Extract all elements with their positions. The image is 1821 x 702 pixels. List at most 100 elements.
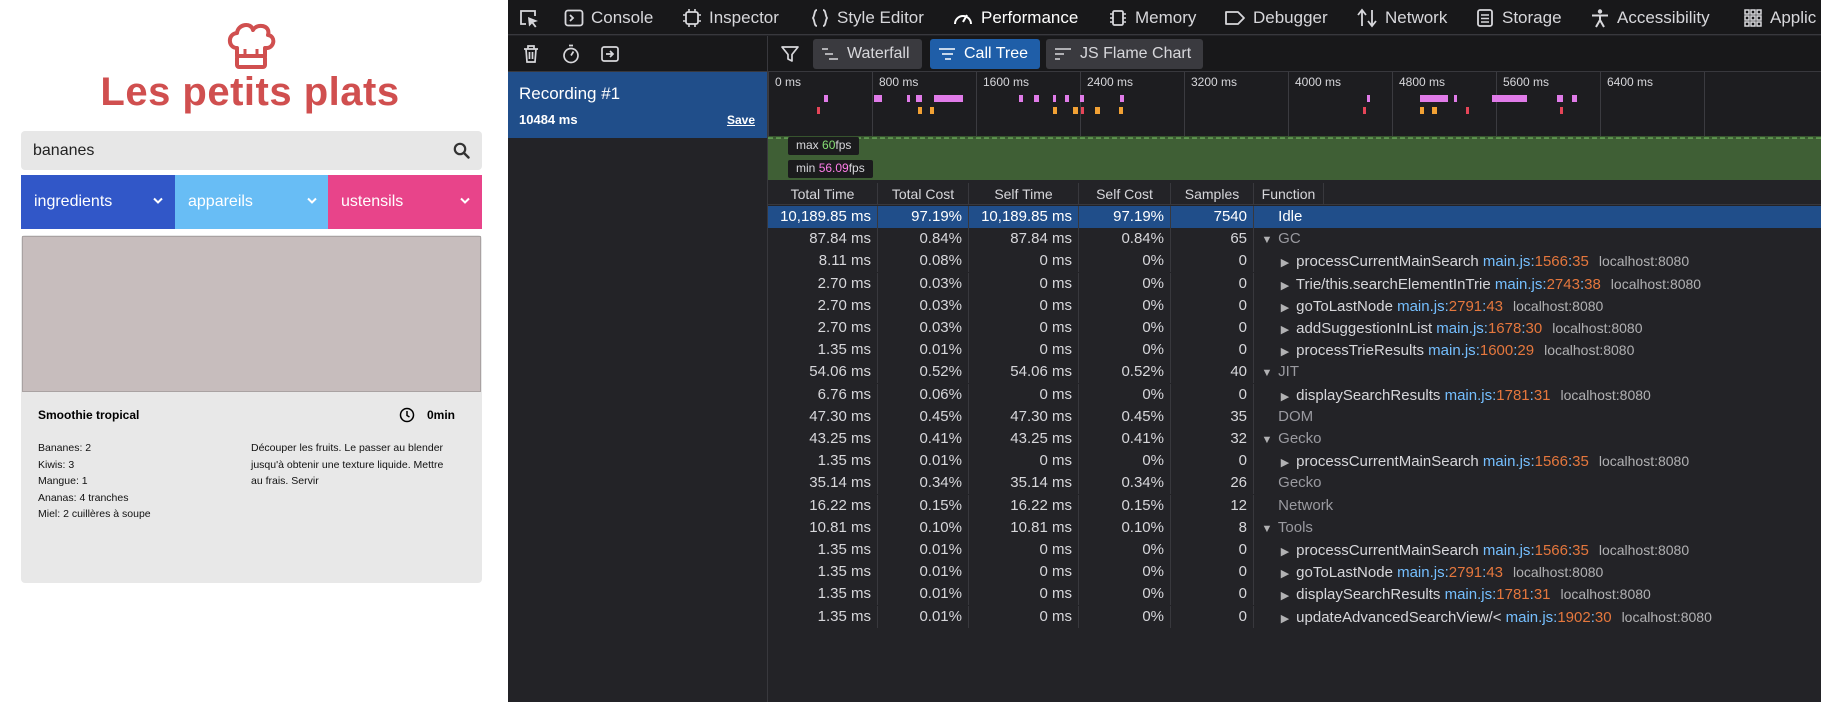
collapsed-twisty-icon[interactable]: ▶ xyxy=(1278,275,1292,297)
column-total-cost[interactable]: Total Cost xyxy=(878,183,969,205)
cell-total-cost: 0.06% xyxy=(878,383,969,406)
call-tree-row[interactable]: 16.22 ms 0.15% 16.22 ms 0.15% 12 Network xyxy=(768,494,1821,517)
source-file-link[interactable]: main.js:2743:38 xyxy=(1495,276,1601,293)
source-file-link[interactable]: main.js:1600:29 xyxy=(1428,342,1534,359)
filter-appareils[interactable]: appareils xyxy=(175,175,329,229)
call-tree-row[interactable]: 2.70 ms 0.03% 0 ms 0% 0 ▶ goToLastNode main.j… xyxy=(768,294,1821,319)
search-button[interactable] xyxy=(441,131,482,170)
view-call-tree-button[interactable]: Call Tree xyxy=(930,39,1041,69)
call-tree-row[interactable]: 1.35 ms 0.01% 0 ms 0% 0 ▶ processTrieResults … xyxy=(768,339,1821,363)
cell-self-time: 0 ms xyxy=(969,250,1079,273)
call-tree-row[interactable]: 87.84 ms 0.84% 87.84 ms 0.84% 65 ▼ GC xyxy=(768,228,1821,251)
filter-ustensils[interactable]: ustensils xyxy=(328,175,482,229)
collapsed-twisty-icon[interactable]: ▶ xyxy=(1278,452,1292,474)
collapsed-twisty-icon[interactable]: ▶ xyxy=(1278,252,1292,274)
call-tree-row[interactable]: 35.14 ms 0.34% 35.14 ms 0.34% 26 Gecko xyxy=(768,472,1821,495)
tab-performance[interactable]: Performance xyxy=(952,0,1078,34)
record-button[interactable] xyxy=(559,42,583,66)
tab-debugger[interactable]: Debugger xyxy=(1224,0,1328,34)
tab-memory[interactable]: Memory xyxy=(1108,0,1196,34)
call-tree-row[interactable]: 10.81 ms 0.10% 10.81 ms 0.10% 8 ▼ Tools xyxy=(768,516,1821,540)
call-tree-row[interactable]: 2.70 ms 0.03% 0 ms 0% 0 ▶ Trie/this.searchEle… xyxy=(768,272,1821,297)
call-tree-row[interactable]: 1.35 ms 0.01% 0 ms 0% 0 ▶ displaySearchResult… xyxy=(768,583,1821,607)
call-tree-row[interactable]: 2.70 ms 0.03% 0 ms 0% 0 ▶ addSuggestionInList… xyxy=(768,317,1821,339)
source-file-link[interactable]: main.js:1902:30 xyxy=(1506,609,1612,626)
collapsed-twisty-icon[interactable]: ▶ xyxy=(1278,563,1292,585)
source-file-link[interactable]: main.js:2791:43 xyxy=(1397,564,1503,581)
call-tree-row[interactable]: 1.35 ms 0.01% 0 ms 0% 0 ▶ updateAdvancedSearc… xyxy=(768,605,1821,630)
tab-label: Accessibility xyxy=(1617,7,1710,27)
view-waterfall-button[interactable]: Waterfall xyxy=(813,39,922,69)
tab-style-editor[interactable]: Style Editor xyxy=(810,0,924,34)
collapsed-twisty-icon[interactable]: ▶ xyxy=(1278,608,1292,630)
expanded-twisty-icon[interactable]: ▼ xyxy=(1260,229,1274,251)
tab-network[interactable]: Network xyxy=(1356,0,1447,34)
call-tree-row[interactable]: 1.35 ms 0.01% 0 ms 0% 0 ▶ goToLastNode main.j… xyxy=(768,561,1821,584)
column-self-time[interactable]: Self Time xyxy=(969,183,1079,205)
collapsed-twisty-icon[interactable]: ▶ xyxy=(1278,297,1292,319)
cell-self-cost: 0.41% xyxy=(1079,428,1171,450)
source-file-link[interactable]: main.js:1566:35 xyxy=(1483,453,1589,470)
source-file-link[interactable]: main.js:1566:35 xyxy=(1483,542,1589,559)
filter-button[interactable] xyxy=(778,42,802,66)
call-tree-row[interactable]: 1.35 ms 0.01% 0 ms 0% 0 ▶ processCurrentMainS… xyxy=(768,450,1821,474)
save-recording-link[interactable]: Save xyxy=(727,113,755,127)
function-name: processCurrentMainSearch xyxy=(1296,253,1479,271)
column-function[interactable]: Function xyxy=(1254,183,1324,205)
expanded-twisty-icon[interactable]: ▼ xyxy=(1260,429,1274,451)
collapsed-twisty-icon[interactable]: ▶ xyxy=(1278,585,1292,607)
collapsed-twisty-icon[interactable]: ▶ xyxy=(1278,341,1292,363)
tab-application[interactable]: Applic xyxy=(1743,0,1816,34)
call-tree-row[interactable]: 47.30 ms 0.45% 47.30 ms 0.45% 35 DOM xyxy=(768,405,1821,428)
source-file-link[interactable]: main.js:2791:43 xyxy=(1397,298,1503,315)
clear-recordings-button[interactable] xyxy=(519,42,543,66)
tab-inspector[interactable]: Inspector xyxy=(682,0,779,34)
source-file-link[interactable]: main.js:1566:35 xyxy=(1483,253,1589,270)
column-self-cost[interactable]: Self Cost xyxy=(1079,183,1171,205)
tab-storage[interactable]: Storage xyxy=(1475,0,1562,34)
cell-self-cost: 0% xyxy=(1079,450,1171,473)
expanded-twisty-icon[interactable]: ▼ xyxy=(1260,518,1274,540)
search-input[interactable] xyxy=(21,131,441,170)
cell-self-time: 0 ms xyxy=(969,605,1079,628)
call-tree-row[interactable]: 8.11 ms 0.08% 0 ms 0% 0 ▶ processCurrentMainS… xyxy=(768,250,1821,274)
function-name: JIT xyxy=(1278,363,1300,381)
call-tree-row[interactable]: 10,189.85 ms 97.19% 10,189.85 ms 97.19% 7540… xyxy=(768,206,1821,228)
timeline-tick xyxy=(1704,72,1705,136)
collapsed-twisty-icon[interactable]: ▶ xyxy=(1278,541,1292,563)
timeline-marker xyxy=(1363,107,1366,114)
source-file-link[interactable]: main.js:1781:31 xyxy=(1445,387,1551,404)
tab-console[interactable]: Console xyxy=(564,0,653,34)
devtools-panel: Console Inspector Style Editor Performan… xyxy=(508,0,1821,702)
tab-pick-element[interactable] xyxy=(518,0,540,34)
cell-self-cost: 0% xyxy=(1079,583,1171,606)
filter-ingredients[interactable]: ingredients xyxy=(21,175,175,229)
pick-element-icon xyxy=(520,9,538,27)
source-file-link[interactable]: main.js:1781:31 xyxy=(1445,586,1551,603)
cell-total-cost: 0.10% xyxy=(878,516,969,539)
timeline-tick: 0 ms xyxy=(768,72,801,136)
call-tree-row[interactable]: 54.06 ms 0.52% 54.06 ms 0.52% 40 ▼ JIT xyxy=(768,361,1821,384)
collapsed-twisty-icon[interactable]: ▶ xyxy=(1278,386,1292,408)
timeline-overview[interactable]: 0 ms 800 ms 1600 ms 2400 ms 3200 ms 4000… xyxy=(768,72,1821,136)
tag-icon xyxy=(1225,10,1245,25)
view-label: Call Tree xyxy=(964,45,1029,62)
source-file-link[interactable]: main.js:1678:30 xyxy=(1436,320,1542,337)
column-samples[interactable]: Samples xyxy=(1171,183,1254,205)
call-tree-row[interactable]: 1.35 ms 0.01% 0 ms 0% 0 ▶ processCurrentMainS… xyxy=(768,539,1821,561)
tab-accessibility[interactable]: Accessibility xyxy=(1590,0,1710,34)
cell-samples: 0 xyxy=(1171,250,1254,273)
recording-item[interactable]: Recording #1 10484 ms Save xyxy=(508,72,767,138)
column-total-time[interactable]: Total Time xyxy=(768,183,878,205)
cell-samples: 12 xyxy=(1171,494,1254,517)
collapsed-twisty-icon[interactable]: ▶ xyxy=(1278,319,1292,341)
recipe-card[interactable]: Smoothie tropical 0min Bananes: 2 Kiwis:… xyxy=(21,235,482,583)
call-tree-row[interactable]: 43.25 ms 0.41% 43.25 ms 0.41% 32 ▼ Gecko xyxy=(768,428,1821,450)
cell-total-cost: 0.01% xyxy=(878,583,969,606)
import-recording-button[interactable] xyxy=(598,42,622,66)
view-flame-chart-button[interactable]: JS Flame Chart xyxy=(1046,39,1204,69)
expanded-twisty-icon[interactable]: ▼ xyxy=(1260,362,1274,384)
call-tree-row[interactable]: 6.76 ms 0.06% 0 ms 0% 0 ▶ displaySearchResult… xyxy=(768,383,1821,408)
cell-function: ▶ goToLastNode main.js:2791:43 localhost:… xyxy=(1254,561,1821,583)
timeline-marker xyxy=(1119,107,1123,114)
